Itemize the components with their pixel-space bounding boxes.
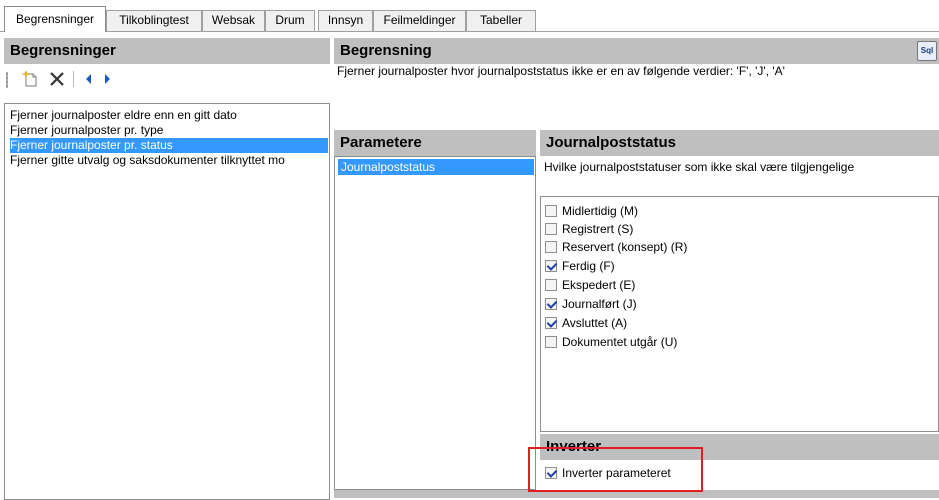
checkbox-registrert[interactable]: Registrert (S) [545,220,633,238]
tab-strip: Begrensninger Tilkoblingtest Websak Drum… [0,0,939,33]
toolbar-grip[interactable] [6,72,8,88]
tab-websak[interactable]: Websak [202,10,265,31]
checkbox-box[interactable] [545,279,557,291]
checkbox-box[interactable] [545,223,557,235]
checkbox-label: Midlertidig (M) [562,204,639,218]
checkbox-avsluttet[interactable]: Avsluttet (A) [545,314,627,332]
checkbox-reservert[interactable]: Reservert (konsept) (R) [545,238,687,256]
checkbox-label: Journalført (J) [562,297,637,311]
checkbox-midlertidig[interactable]: Midlertidig (M) [545,202,638,220]
journalpoststatus-header: Journalpoststatus [540,130,939,156]
checkbox-label: Ferdig (F) [562,259,615,273]
list-item[interactable]: Fjerner journalposter eldre enn en gitt … [10,108,237,123]
tab-divider [0,31,939,32]
checkbox-ekspedert[interactable]: Ekspedert (E) [545,276,635,294]
tab-tilkoblingtest[interactable]: Tilkoblingtest [106,10,202,31]
checkbox-box[interactable] [545,336,557,348]
delete-x-icon[interactable] [48,70,66,88]
journalpoststatus-description: Hvilke journalpoststatuser som ikke skal… [544,160,855,174]
begrensning-header: Begrensning [334,38,939,64]
checkbox-box-checked[interactable] [545,260,557,272]
checkbox-box[interactable] [545,241,557,253]
parametere-header: Parametere [334,130,536,156]
checkbox-ferdig[interactable]: Ferdig (F) [545,257,615,275]
checkbox-label: Registrert (S) [562,222,634,236]
checkbox-box[interactable] [545,205,557,217]
checkbox-box-checked[interactable] [545,298,557,310]
checkbox-dokumentet-utgar[interactable]: Dokumentet utgår (U) [545,333,677,351]
begrensning-description: Fjerner journalposter hvor journalpostst… [337,64,785,78]
checkbox-label: Reservert (konsept) (R) [562,240,688,254]
list-item-selected[interactable]: Fjerner journalposter pr. status [10,138,328,153]
parametere-list[interactable] [334,156,536,490]
tab-begrensninger[interactable]: Begrensninger [4,6,106,32]
checkbox-journalfort[interactable]: Journalført (J) [545,295,637,313]
highlight-box [528,447,703,492]
tab-feilmeldinger[interactable]: Feilmeldinger [373,10,466,31]
begrensninger-header: Begrensninger [4,38,330,64]
arrow-left-icon[interactable] [80,70,98,88]
tab-tabeller[interactable]: Tabeller [466,10,536,31]
list-item[interactable]: Fjerner gitte utvalg og saksdokumenter t… [10,153,285,168]
parameter-item-selected[interactable]: Journalpoststatus [338,159,534,175]
checkbox-box-checked[interactable] [545,317,557,329]
sql-button[interactable]: Sql [917,41,937,61]
list-item[interactable]: Fjerner journalposter pr. type [10,123,163,138]
toolbar [0,64,330,94]
arrow-right-icon[interactable] [98,70,116,88]
tab-drum[interactable]: Drum [265,10,315,31]
tab-innsyn[interactable]: Innsyn [318,10,373,31]
checkbox-label: Dokumentet utgår (U) [562,335,678,349]
checkbox-label: Avsluttet (A) [562,316,628,330]
checkbox-label: Ekspedert (E) [562,278,636,292]
new-item-icon[interactable] [21,70,40,88]
toolbar-separator [73,71,74,87]
